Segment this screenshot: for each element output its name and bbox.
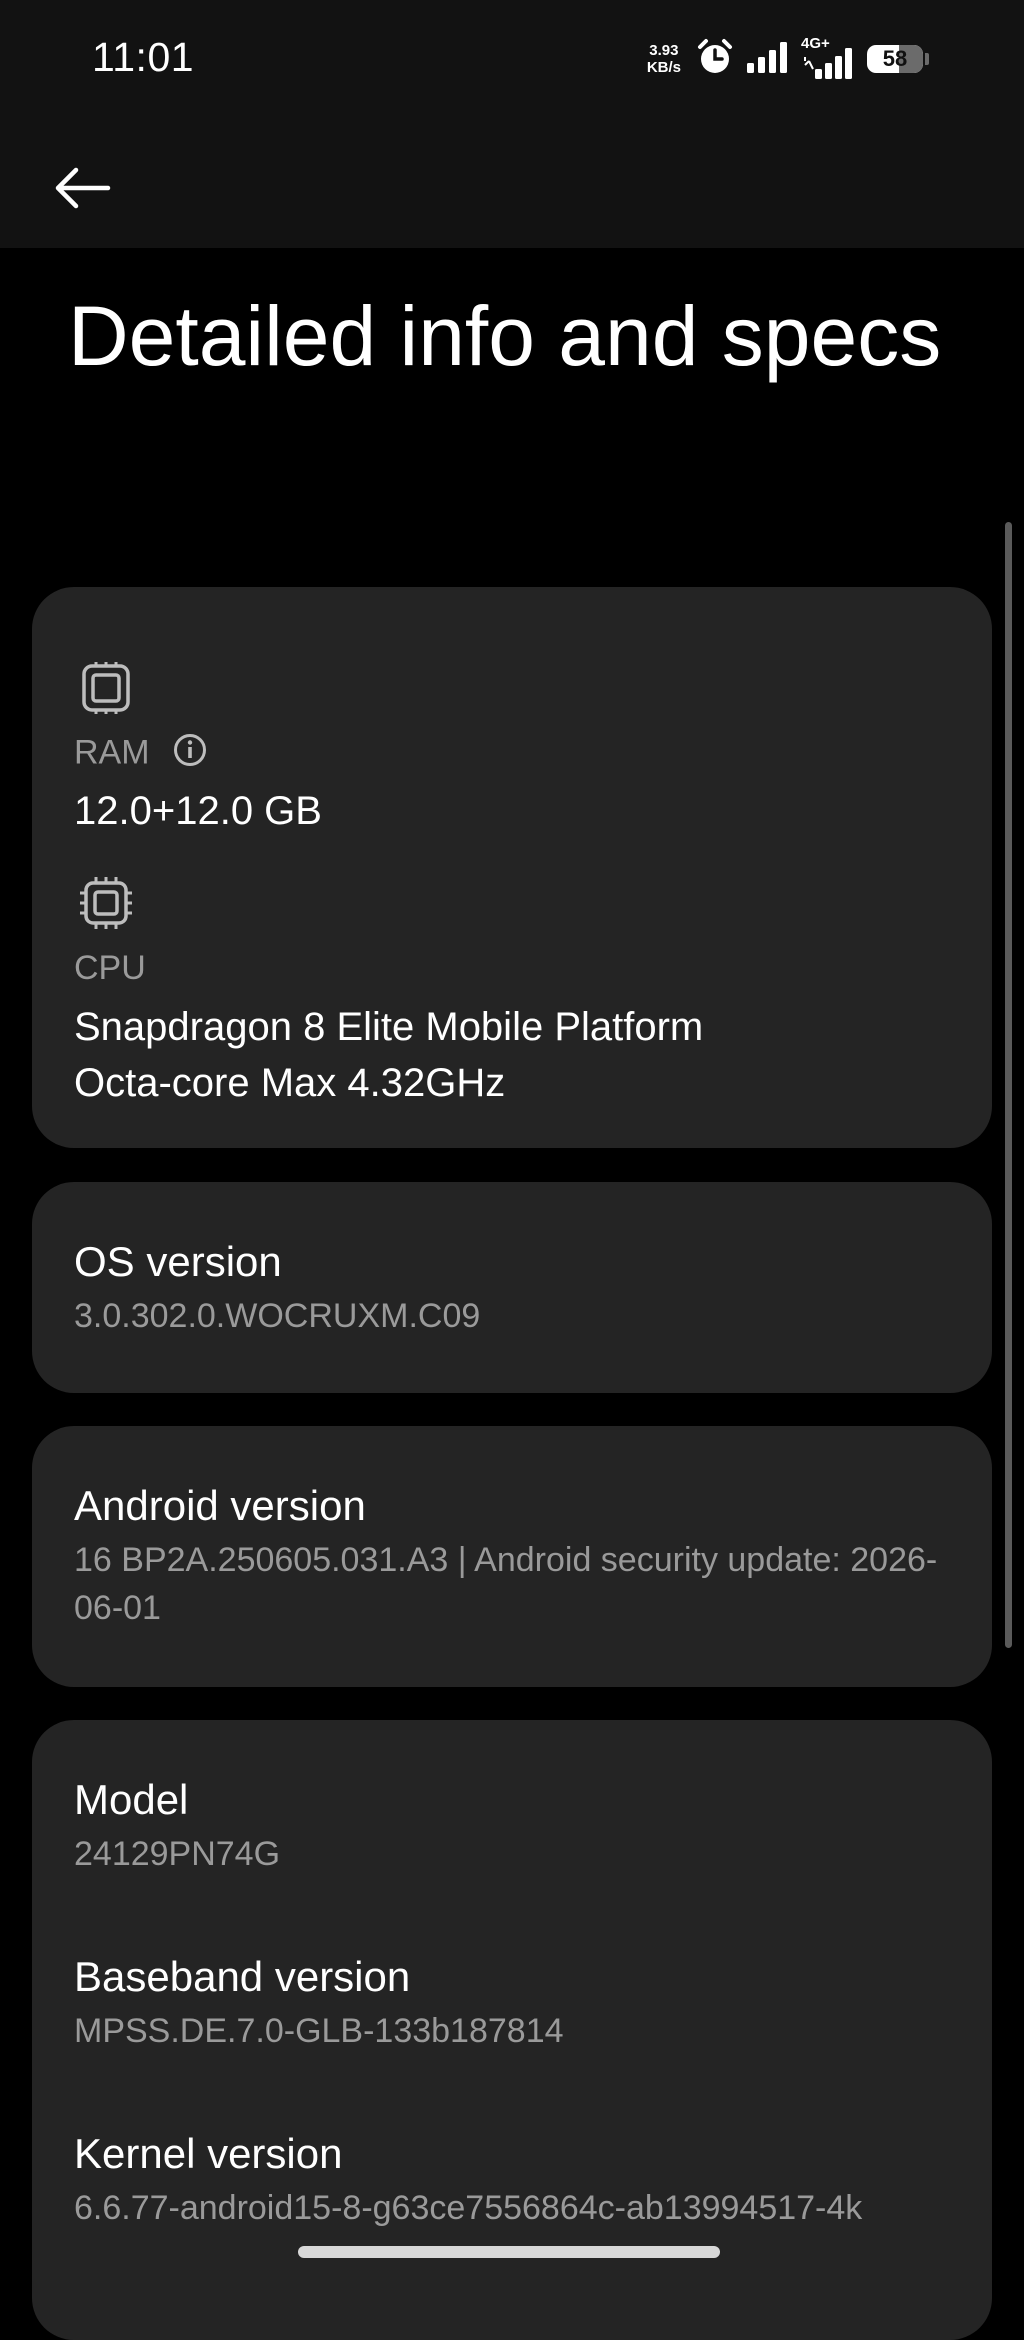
model-label: Model: [74, 1776, 189, 1823]
model-value: 24129PN74G: [74, 1835, 281, 1873]
battery-level: 58: [882, 46, 908, 71]
home-indicator[interactable]: [298, 2246, 720, 2258]
status-time: 11:01: [92, 34, 195, 80]
os-version-card[interactable]: OS version 3.0.302.0.WOCRUXM.C09: [32, 1182, 992, 1393]
ram-label: RAM: [74, 733, 150, 772]
back-button[interactable]: [40, 156, 124, 224]
network-speed-unit: KB/s: [646, 59, 681, 76]
network-speed: 3.93 KB/s: [647, 42, 681, 76]
cpu-value-line2: Octa-core Max 4.32GHz: [74, 1061, 506, 1105]
kernel-label: Kernel version: [74, 2130, 343, 2177]
cpu-value-line1: Snapdragon 8 Elite Mobile Platform: [74, 1005, 704, 1049]
memory-chip-icon: [78, 660, 134, 716]
page-title: Detailed info and specs: [68, 289, 942, 383]
alarm-icon: [695, 37, 735, 82]
baseband-label: Baseband version: [74, 1953, 411, 2000]
os-version-label: OS version: [74, 1238, 282, 1285]
hardware-card: RAM 12.0+12.0 GB CPU Snapdragon 8 Elite …: [32, 587, 992, 1148]
arrow-left-icon: [52, 166, 112, 215]
ram-label-row: RAM: [74, 733, 207, 776]
baseband-value: MPSS.DE.7.0-GLB-133b187814: [74, 2012, 564, 2050]
ram-value: 12.0+12.0 GB: [74, 789, 322, 833]
info-icon[interactable]: [173, 733, 207, 776]
status-bar: 11:01 3.93 KB/s 4G+ 58: [0, 0, 1024, 118]
os-version-value: 3.0.302.0.WOCRUXM.C09: [74, 1297, 481, 1335]
cpu-label: CPU: [74, 949, 146, 987]
battery-tip: [925, 53, 929, 65]
toolbar: [0, 118, 1024, 248]
signal-icon: [745, 39, 791, 80]
android-version-label: Android version: [74, 1482, 366, 1529]
network-speed-value: 3.93: [649, 42, 679, 59]
signal-4g-icon: 4G+: [801, 35, 857, 81]
scrollbar[interactable]: [1005, 522, 1012, 1648]
kernel-value: 6.6.77-android15-8-g63ce7556864c-ab13994…: [74, 2189, 863, 2227]
battery-body: 58: [867, 45, 923, 73]
android-version-card[interactable]: Android version 16 BP2A.250605.031.A3 | …: [32, 1426, 992, 1687]
status-icons: 3.93 KB/s 4G+ 58: [647, 32, 929, 86]
cpu-chip-icon: [78, 875, 134, 931]
battery-icon: 58: [867, 45, 929, 73]
android-version-value: 16 BP2A.250605.031.A3 | Android security…: [74, 1541, 938, 1627]
